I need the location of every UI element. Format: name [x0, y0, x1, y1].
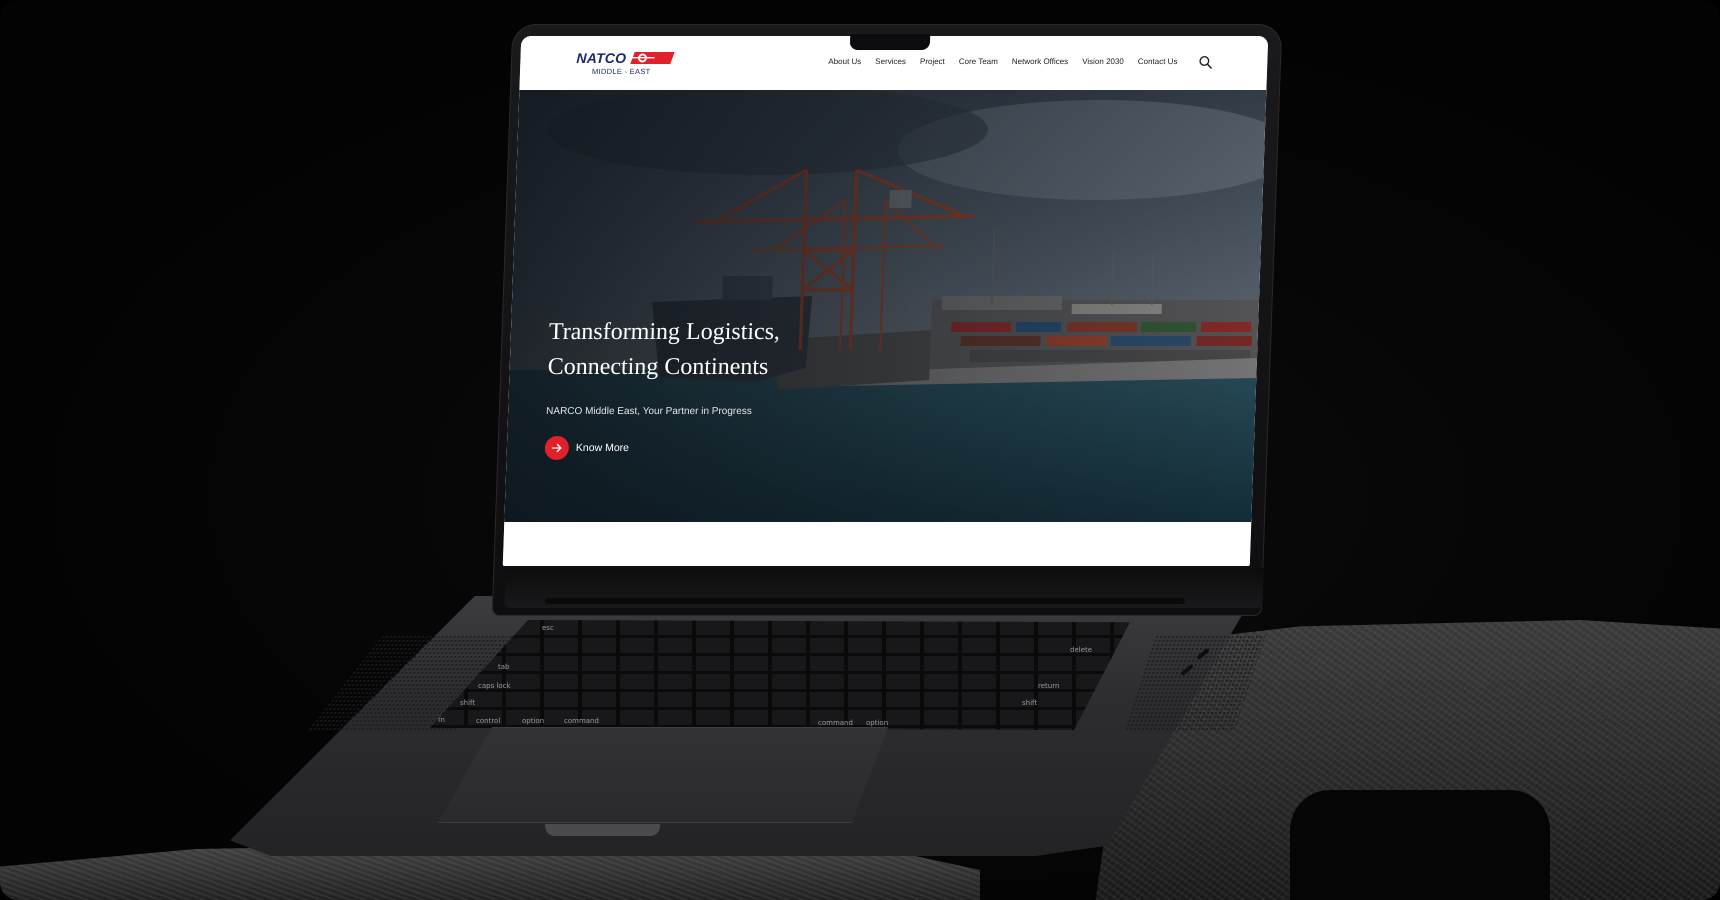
base-front-notch [545, 824, 660, 836]
know-more-button[interactable]: Know More [544, 436, 629, 460]
logo-wordmark: NATCO [576, 50, 627, 66]
key-esc: esc [542, 624, 554, 632]
nav-project[interactable]: Project [920, 57, 945, 66]
pedestal-opening [1290, 790, 1550, 900]
cta-circle[interactable] [544, 436, 570, 460]
key-caps-lock: caps lock [478, 682, 511, 690]
hero-subtitle: NARCO Middle East, Your Partner in Progr… [545, 406, 752, 417]
nav-core-team[interactable]: Core Team [959, 57, 998, 66]
arrow-right-icon [551, 443, 562, 453]
search-icon[interactable] [1198, 55, 1212, 69]
key-command-left: command [564, 717, 599, 725]
main-nav: About Us Services Project Core Team Netw… [828, 57, 1177, 66]
laptop-hinge [545, 598, 1185, 604]
keyboard-keys [430, 620, 1130, 730]
keyboard: esc tab caps lock shift fn control optio… [430, 620, 1130, 730]
below-fold-section [502, 522, 1252, 566]
key-option-right: option [866, 719, 889, 727]
key-command-right: command [818, 719, 853, 727]
hero-title-line-1: Transforming Logistics, [548, 319, 781, 345]
key-delete: delete [1070, 646, 1093, 654]
site-logo[interactable]: NATCO MIDDLE - EAST [576, 50, 697, 80]
key-shift-right: shift [1022, 699, 1038, 707]
mockup-scene: esc tab caps lock shift fn control optio… [0, 0, 1720, 900]
logo-subtitle: MIDDLE - EAST [591, 67, 651, 76]
know-more-label[interactable]: Know More [576, 442, 630, 454]
nav-vision-2030[interactable]: Vision 2030 [1082, 57, 1124, 66]
key-return: return [1038, 682, 1060, 690]
nav-about-us[interactable]: About Us [828, 57, 861, 66]
nav-services[interactable]: Services [875, 57, 906, 66]
trackpad [438, 727, 888, 823]
nav-network-offices[interactable]: Network Offices [1012, 57, 1069, 66]
laptop-screen: NATCO MIDDLE - EAST About Us Services Pr… [502, 36, 1269, 566]
hero-section: Transforming Logistics, Connecting Conti… [504, 90, 1267, 522]
camera-notch [849, 34, 931, 50]
key-control: control [476, 717, 501, 725]
logo-emblem [630, 52, 675, 64]
hero-title: Transforming Logistics, Connecting Conti… [547, 315, 869, 385]
nav-contact-us[interactable]: Contact Us [1138, 57, 1178, 66]
key-tab: tab [498, 663, 510, 671]
key-option-left: option [522, 717, 545, 725]
key-shift-left: shift [460, 699, 476, 707]
hero-title-line-2: Connecting Continents [547, 354, 769, 380]
